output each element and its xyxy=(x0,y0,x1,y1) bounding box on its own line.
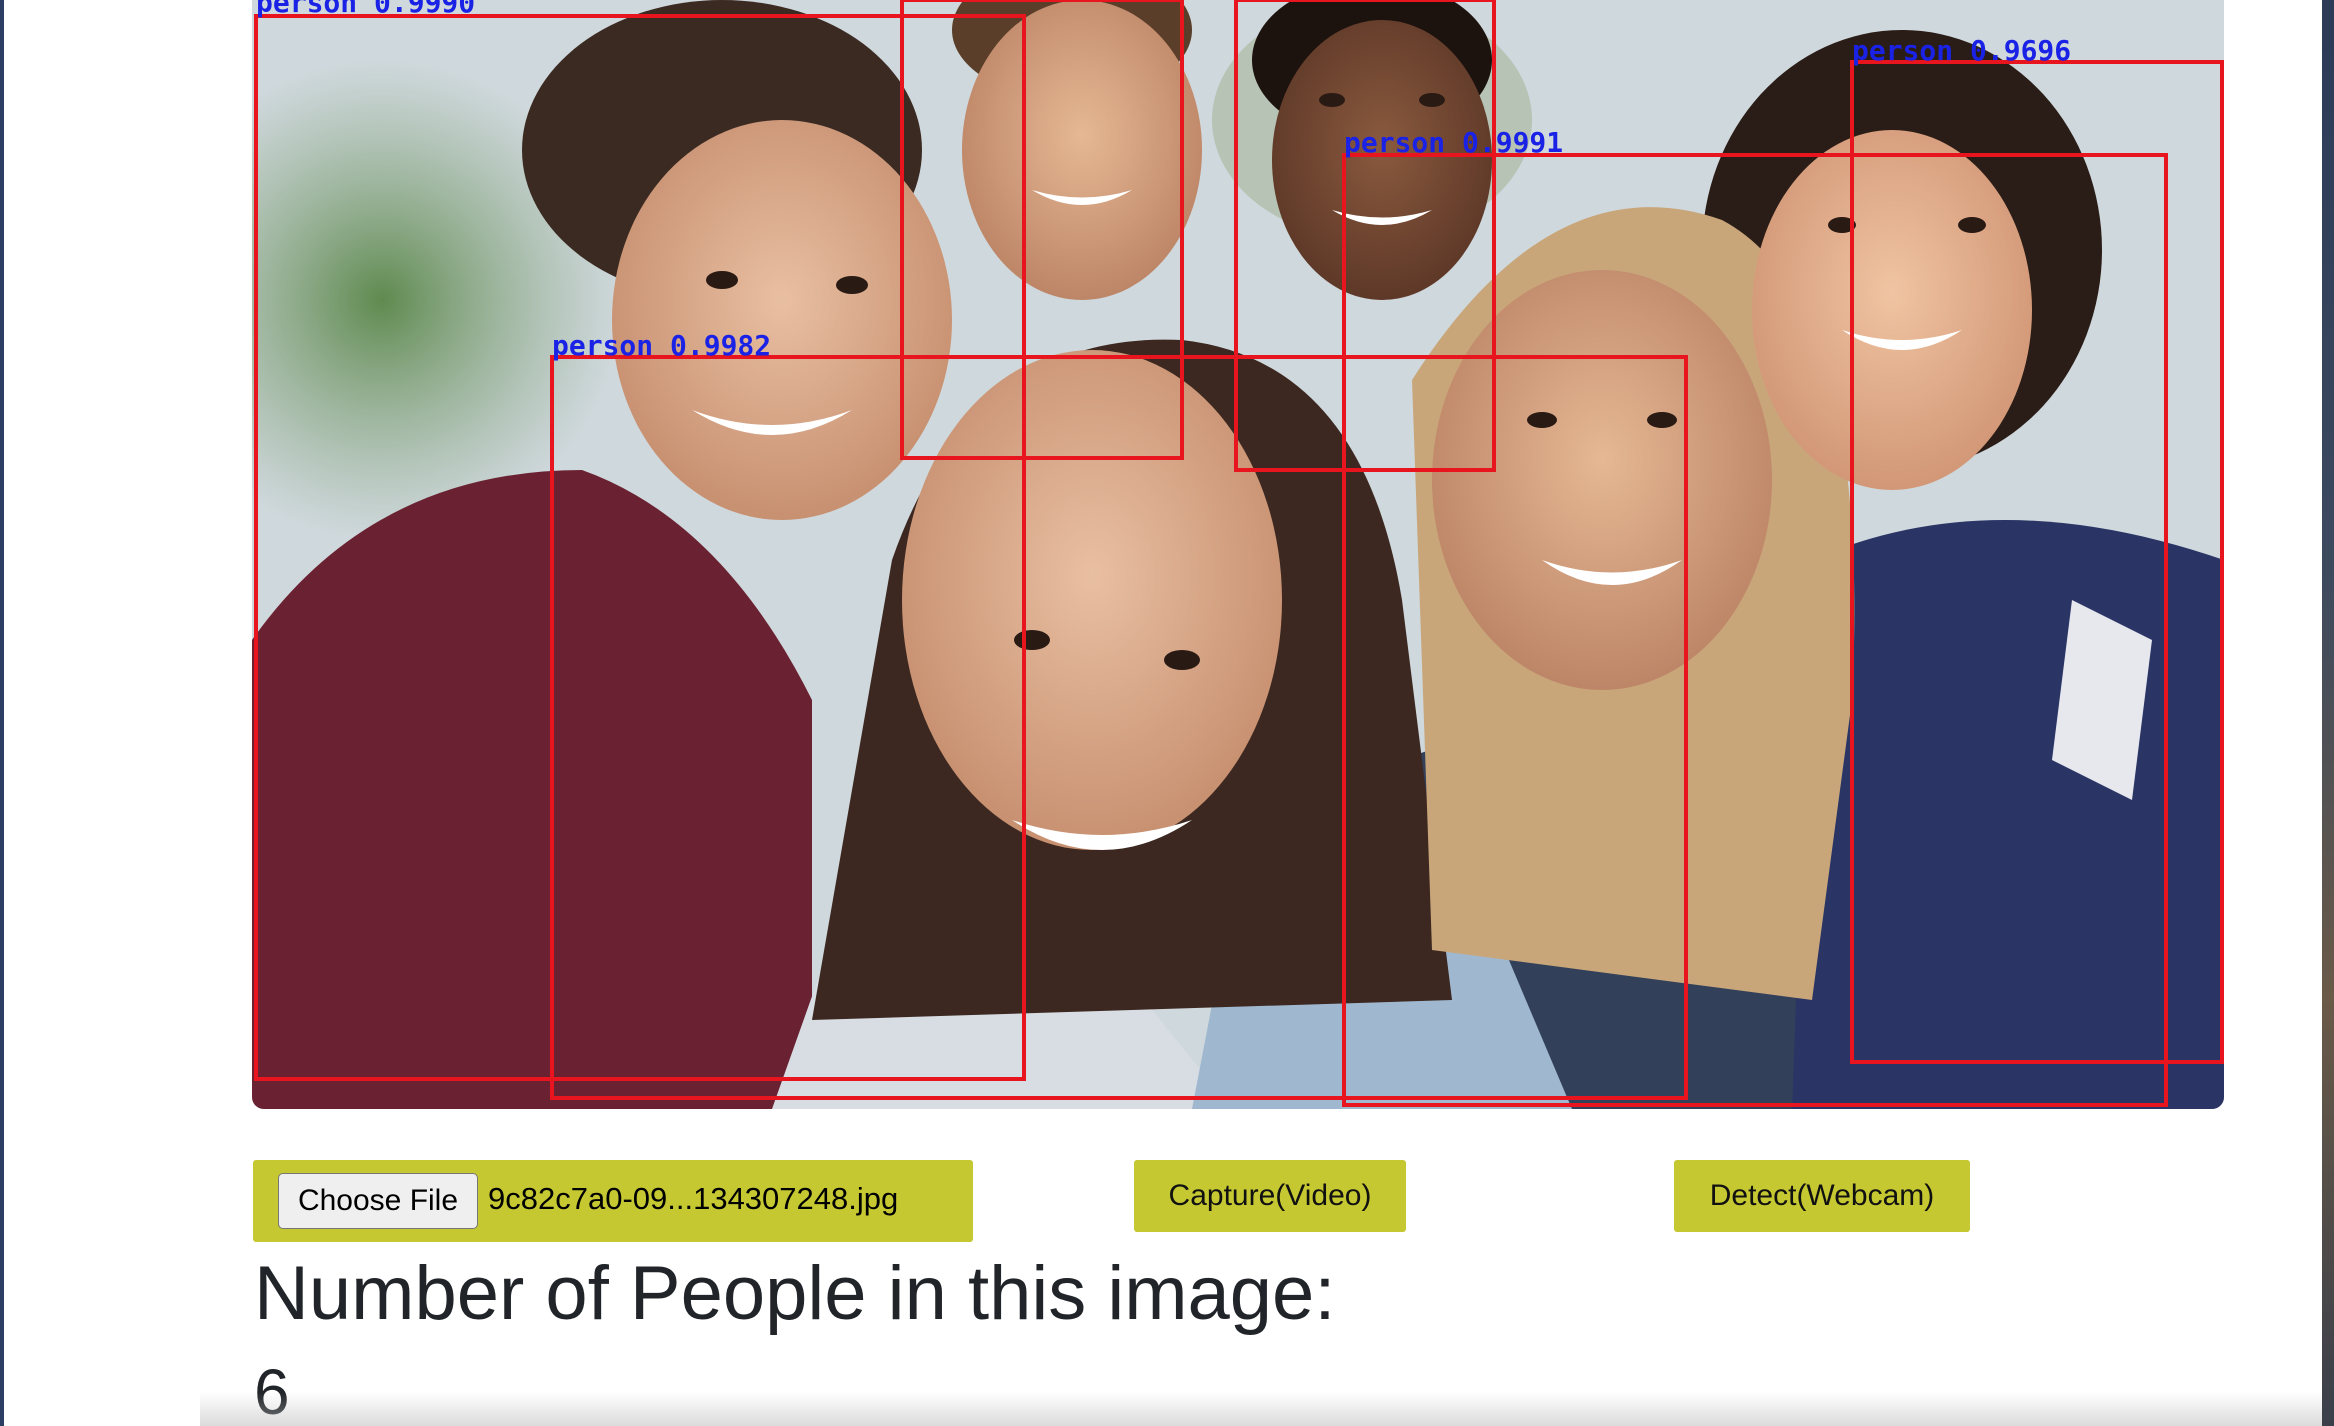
people-count-heading: Number of People in this image: xyxy=(254,1251,1336,1336)
file-upload-control[interactable]: Choose File 9c82c7a0-09...134307248.jpg xyxy=(253,1160,973,1242)
capture-video-button[interactable]: Capture(Video) xyxy=(1134,1160,1406,1232)
detection-label: person 0.9990 xyxy=(256,0,475,19)
choose-file-button[interactable]: Choose File xyxy=(278,1173,478,1229)
browser-page: person 0.9990 person 0.9982 person 0.999… xyxy=(4,0,2322,1426)
selected-file-name: 9c82c7a0-09...134307248.jpg xyxy=(488,1181,899,1216)
bottom-shadow xyxy=(200,1392,2322,1426)
detect-webcam-button[interactable]: Detect(Webcam) xyxy=(1674,1160,1970,1232)
detection-label: person 0.9982 xyxy=(552,329,771,362)
detection-label: person 0.9696 xyxy=(1852,34,2071,67)
detection-label: person 0.9991 xyxy=(1344,126,1563,159)
detection-result-image: person 0.9990 person 0.9982 person 0.999… xyxy=(252,0,2224,1109)
desktop-right-edge xyxy=(2322,0,2334,1426)
group-photo-illustration: person 0.9990 person 0.9982 person 0.999… xyxy=(252,0,2224,1109)
